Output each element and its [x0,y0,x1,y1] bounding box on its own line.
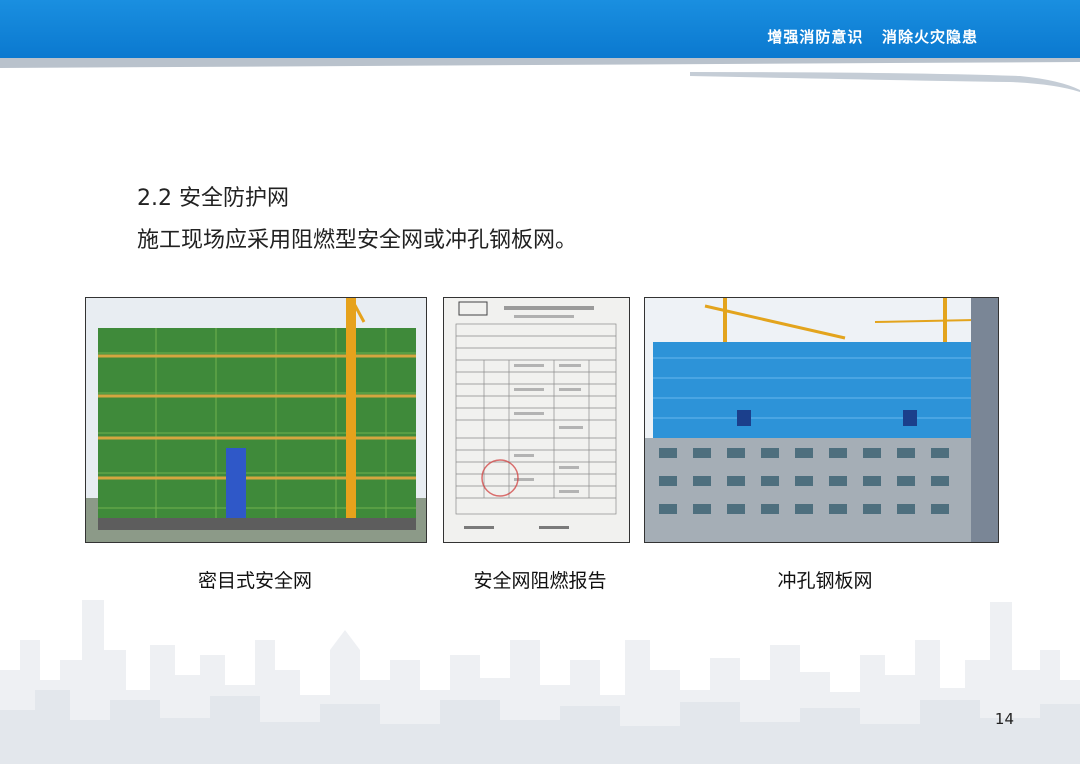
header-bar: 增强消防意识 消除火灾隐患 [0,0,1080,60]
figure-caption: 安全网阻燃报告 [473,570,607,592]
figure-caption: 密目式安全网 [197,570,312,592]
city-skyline-decoration [0,600,1080,764]
figure-caption: 冲孔钢板网 [777,570,873,592]
test-report-document-photo [443,297,630,543]
section-heading: 2.2 安全防护网 [137,186,289,211]
blue-steel-mesh-building-photo [644,297,999,543]
section-text: 施工现场应采用阻燃型安全网或冲孔钢板网。 [137,228,578,253]
header-slogan: 增强消防意识 消除火灾隐患 [767,28,978,46]
page-number: 14 [994,710,1014,728]
header-swoosh-decoration [0,58,1080,92]
green-netted-building-photo [85,297,427,543]
